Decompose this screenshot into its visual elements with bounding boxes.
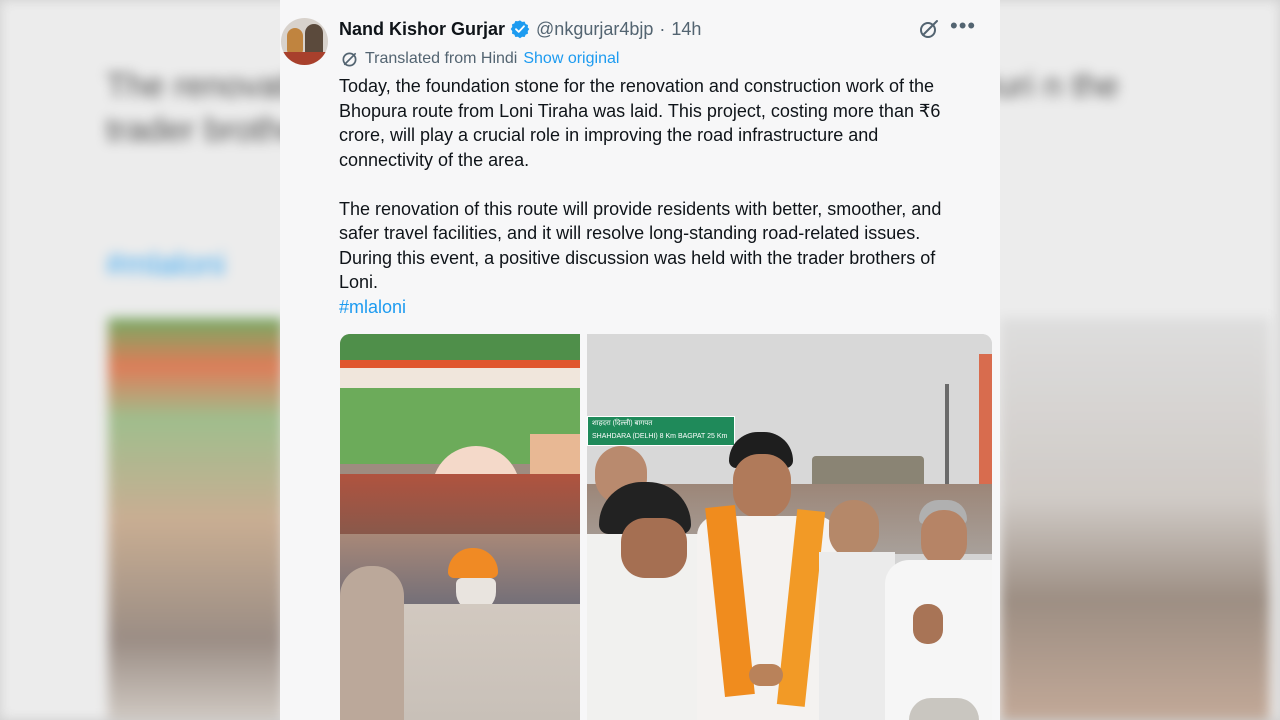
- more-icon[interactable]: •••: [950, 15, 975, 40]
- grok-icon[interactable]: [918, 18, 940, 40]
- tweet-header: Nand Kishor Gurjar @nkgurjar4bjp · 14h: [339, 15, 701, 43]
- avatar[interactable]: [281, 18, 328, 65]
- man-front-left: [340, 566, 404, 720]
- man-center-face: [733, 454, 791, 518]
- hall-beam: [340, 360, 580, 368]
- hashtag-link[interactable]: #mlaloni: [339, 297, 406, 317]
- tweet-photo-meeting[interactable]: [340, 334, 580, 720]
- diya-lamp: [749, 664, 783, 686]
- road-sign-english: SHAHDARA (DELHI) 8 Km BAGPAT 25 Km: [592, 433, 728, 440]
- avatar-figure-3: [281, 52, 328, 65]
- tweet-photo-ceremony[interactable]: शाहदरा (दिल्ली) बागपत SHAHDARA (DELHI) 8…: [587, 334, 992, 720]
- tweet-time[interactable]: 14h: [671, 19, 701, 40]
- author-name[interactable]: Nand Kishor Gurjar: [339, 19, 505, 40]
- road-sign: शाहदरा (दिल्ली) बागपत SHAHDARA (DELHI) 8…: [587, 416, 735, 446]
- tweet-paragraph-2: The renovation of this route will provid…: [339, 198, 942, 293]
- verified-badge-icon: [510, 20, 530, 39]
- translated-label: Translated from Hindi: [365, 50, 518, 67]
- show-original-link[interactable]: Show original: [523, 50, 619, 68]
- author-handle[interactable]: @nkgurjar4bjp: [536, 19, 653, 40]
- road-sign-hindi: शाहदरा (दिल्ली) बागपत: [592, 420, 653, 427]
- translate-icon: [342, 52, 357, 66]
- tweet-card: Nand Kishor Gurjar @nkgurjar4bjp · 14h •…: [280, 0, 1000, 720]
- man-left-face: [621, 518, 687, 578]
- man-right1-shirt: [819, 552, 895, 720]
- man-right1-face: [829, 500, 879, 558]
- translation-notice: Translated from Hindi Show original: [341, 48, 619, 70]
- separator-dot: ·: [659, 18, 666, 39]
- puja-plate: [909, 698, 979, 720]
- avatar-figure-1: [287, 28, 303, 54]
- man-right2-face: [921, 510, 967, 566]
- tweet-paragraph-1: Today, the foundation stone for the reno…: [339, 76, 941, 170]
- hall-ceiling: [340, 368, 580, 388]
- folded-hands: [913, 604, 943, 644]
- tweet-text: Today, the foundation stone for the reno…: [339, 74, 964, 319]
